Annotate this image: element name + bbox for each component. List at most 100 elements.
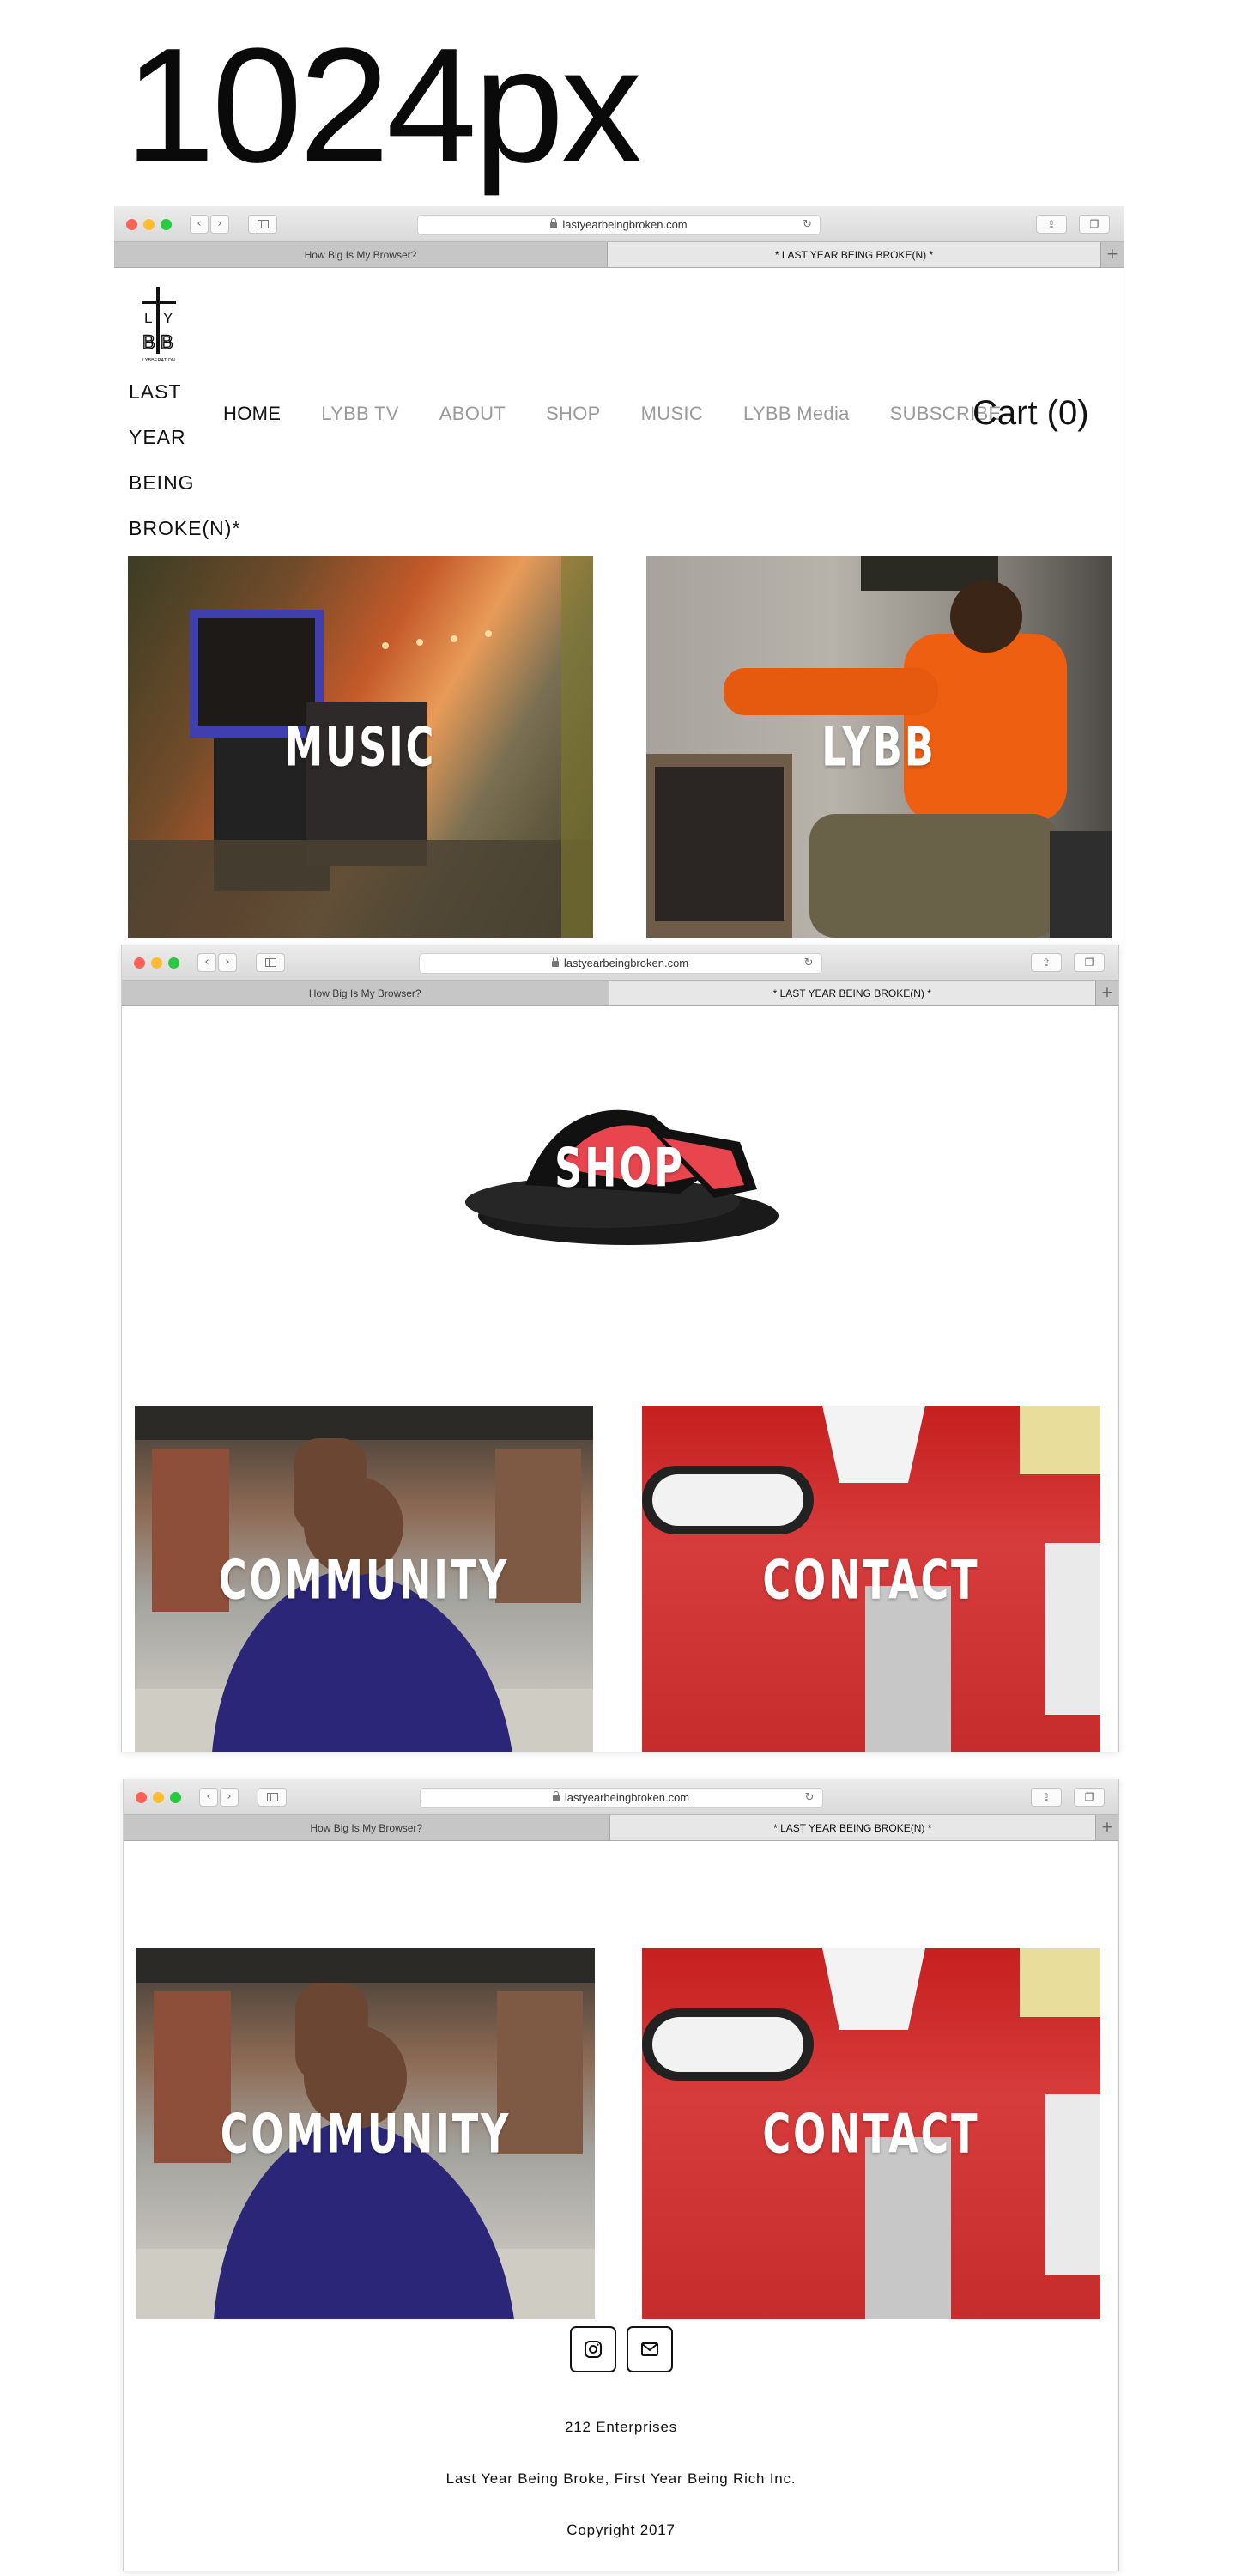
forward-button[interactable]: › (210, 215, 229, 234)
nav-home[interactable]: HOME (223, 403, 281, 425)
reload-icon[interactable]: ↻ (804, 954, 814, 973)
lock-icon (550, 218, 558, 228)
sidebar-icon (258, 220, 269, 228)
music-tile-label: MUSIC (284, 715, 437, 779)
logo-caption: LYBBERATION (142, 358, 175, 363)
tab-lybb[interactable]: * LAST YEAR BEING BROKE(N) * (609, 981, 1096, 1005)
site-name[interactable]: LAST YEAR BEING BROKE(N)* (129, 369, 240, 551)
site-header: L Y B B LYBBERATION LAST YEAR BEING BROK… (114, 268, 1124, 551)
nav-shop[interactable]: SHOP (546, 403, 601, 425)
forward-button[interactable]: › (218, 953, 237, 972)
reload-icon[interactable]: ↻ (803, 216, 812, 234)
community-tile-label: COMMUNITY (218, 1548, 510, 1611)
tab-how-big[interactable]: How Big Is My Browser? (122, 981, 609, 1005)
browser-window-1: ‹ › lastyearbeingbroken.com ↻ ⇪ ❐ How Bi… (114, 206, 1124, 945)
sidebar-toggle-button[interactable] (256, 953, 285, 972)
back-button[interactable]: ‹ (197, 953, 216, 972)
back-button[interactable]: ‹ (199, 1788, 218, 1807)
site-logo[interactable]: L Y B B LYBBERATION (133, 285, 185, 364)
community-tile-label: COMMUNITY (220, 2102, 512, 2166)
tab-overview-button[interactable]: ❐ (1079, 215, 1110, 234)
minimize-window-button[interactable] (151, 957, 162, 969)
email-link[interactable] (626, 2326, 673, 2372)
tab-bar: How Big Is My Browser? * LAST YEAR BEING… (114, 242, 1124, 268)
cart-link[interactable]: Cart (0) (972, 394, 1089, 433)
browser-toolbar: ‹ › lastyearbeingbroken.com ↻ ⇪ ❐ (114, 206, 1124, 242)
tab-lybb[interactable]: * LAST YEAR BEING BROKE(N) * (609, 1815, 1096, 1840)
viewport-size-label: 1024px (124, 15, 642, 197)
close-window-button[interactable] (136, 1792, 147, 1803)
sidebar-toggle-button[interactable] (248, 215, 277, 234)
nav-lybb-media[interactable]: LYBB Media (743, 403, 850, 425)
zoom-window-button[interactable] (170, 1792, 181, 1803)
web-page: SHOP COMMUNITY CONTACT (122, 1006, 1118, 1752)
tab-bar: How Big Is My Browser? * LAST YEAR BEING… (124, 1815, 1118, 1841)
url-text: lastyearbeingbroken.com (562, 218, 688, 231)
community-tile[interactable]: COMMUNITY (135, 1406, 593, 1752)
url-text: lastyearbeingbroken.com (564, 1791, 690, 1804)
close-window-button[interactable] (134, 957, 145, 969)
nav-music[interactable]: MUSIC (641, 403, 703, 425)
web-page: COMMUNITY CONTACT 212 Enterprises Last Y… (124, 1841, 1118, 2571)
footer-copyright: Copyright 2017 (566, 2522, 676, 2538)
lock-icon (551, 957, 559, 967)
svg-text:B: B (161, 331, 173, 353)
footer-company: 212 Enterprises (564, 2419, 678, 2435)
minimize-window-button[interactable] (143, 219, 154, 230)
forward-button[interactable]: › (220, 1788, 239, 1807)
browser-window-3: ‹ › lastyearbeingbroken.com ↻ ⇪ ❐ How Bi… (123, 1779, 1119, 2571)
close-window-button[interactable] (126, 219, 137, 230)
address-bar[interactable]: lastyearbeingbroken.com ↻ (417, 215, 821, 235)
main-navigation: HOME LYBB TV ABOUT SHOP MUSIC LYBB Media… (223, 403, 1002, 425)
zoom-window-button[interactable] (161, 219, 172, 230)
reload-icon[interactable]: ↻ (805, 1789, 815, 1807)
svg-text:Y: Y (163, 310, 173, 326)
svg-text:B: B (142, 331, 155, 353)
back-button[interactable]: ‹ (190, 215, 209, 234)
browser-window-2: ‹ › lastyearbeingbroken.com ↻ ⇪ ❐ How Bi… (121, 945, 1119, 1752)
footer-legal-name: Last Year Being Broke, First Year Being … (445, 2470, 797, 2487)
zoom-window-button[interactable] (168, 957, 179, 969)
address-bar[interactable]: lastyearbeingbroken.com ↻ (418, 953, 822, 974)
contact-tile[interactable]: CONTACT (642, 1948, 1100, 2319)
sidebar-toggle-button[interactable] (258, 1788, 287, 1807)
share-button[interactable]: ⇪ (1031, 1788, 1062, 1807)
contact-tile-label: CONTACT (762, 2102, 980, 2166)
tab-overview-button[interactable]: ❐ (1074, 953, 1105, 972)
minimize-window-button[interactable] (153, 1792, 164, 1803)
site-name-line: BEING (129, 471, 195, 494)
instagram-icon (584, 2341, 602, 2358)
tab-how-big[interactable]: How Big Is My Browser? (114, 242, 608, 267)
share-button[interactable]: ⇪ (1036, 215, 1067, 234)
nav-about[interactable]: ABOUT (439, 403, 506, 425)
instagram-link[interactable] (569, 2326, 616, 2372)
community-tile[interactable]: COMMUNITY (136, 1948, 595, 2319)
sidebar-icon (267, 1793, 278, 1801)
social-links (569, 2326, 673, 2372)
web-page: L Y B B LYBBERATION LAST YEAR BEING BROK… (114, 268, 1124, 945)
tab-overview-button[interactable]: ❐ (1074, 1788, 1105, 1807)
address-bar[interactable]: lastyearbeingbroken.com ↻ (419, 1788, 823, 1808)
browser-toolbar: ‹ › lastyearbeingbroken.com ↻ ⇪ ❐ (122, 945, 1118, 981)
tab-lybb[interactable]: * LAST YEAR BEING BROKE(N) * (608, 242, 1101, 267)
shop-tile-label: SHOP (554, 1136, 685, 1200)
music-tile[interactable]: MUSIC (128, 556, 593, 938)
lybb-tile-label: LYBB (821, 715, 936, 779)
share-button[interactable]: ⇪ (1031, 953, 1062, 972)
url-text: lastyearbeingbroken.com (563, 957, 689, 969)
mail-icon (640, 2342, 658, 2356)
contact-tile[interactable]: CONTACT (642, 1406, 1100, 1752)
svg-text:L: L (144, 310, 152, 326)
site-name-line: BROKE(N)* (129, 517, 241, 539)
browser-toolbar: ‹ › lastyearbeingbroken.com ↻ ⇪ ❐ (124, 1779, 1118, 1815)
lybb-tile[interactable]: LYBB (646, 556, 1112, 938)
new-tab-button[interactable]: + (1096, 1815, 1118, 1840)
tab-how-big[interactable]: How Big Is My Browser? (124, 1815, 610, 1840)
shop-tile[interactable]: SHOP (457, 1039, 783, 1297)
nav-lybb-tv[interactable]: LYBB TV (321, 403, 399, 425)
site-footer: 212 Enterprises Last Year Being Broke, F… (124, 2326, 1118, 2567)
sidebar-icon (265, 958, 276, 967)
new-tab-button[interactable]: + (1096, 981, 1118, 1005)
new-tab-button[interactable]: + (1101, 242, 1124, 267)
lock-icon (552, 1791, 560, 1801)
